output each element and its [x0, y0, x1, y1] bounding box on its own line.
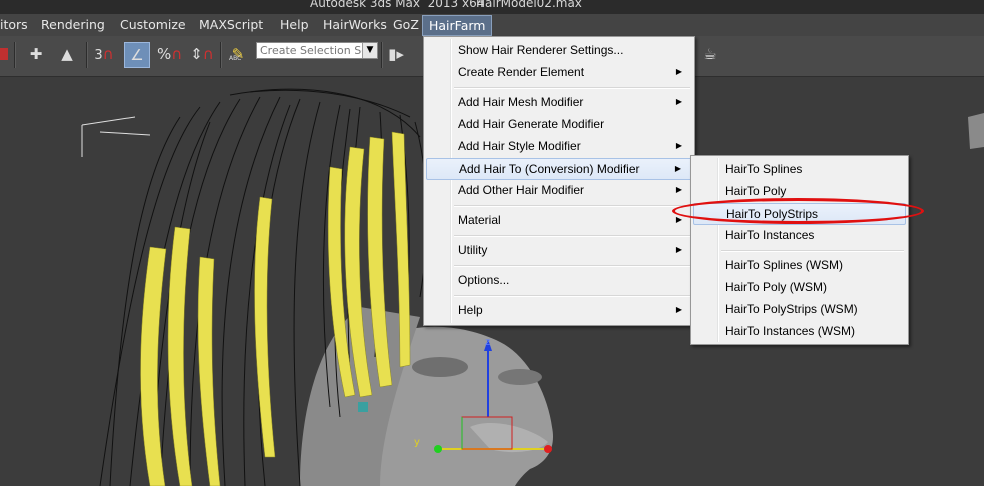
menu-separator	[454, 205, 690, 207]
menu-maxscript[interactable]: MAXScript	[199, 17, 263, 32]
red-tool-icon[interactable]	[0, 42, 14, 66]
selection-set-text: Create Selection Se	[260, 44, 368, 57]
menu-item-utility[interactable]: Utility ▶	[426, 239, 692, 261]
menu-item-add-other-hair-modifier[interactable]: Add Other Hair Modifier ▶	[426, 179, 692, 201]
menu-item-create-render-element[interactable]: Create Render Element ▶	[426, 61, 692, 83]
menu-item-material[interactable]: Material ▶	[426, 209, 692, 231]
menu-item-add-hair-style-modifier[interactable]: Add Hair Style Modifier ▶	[426, 135, 692, 157]
menu-separator	[721, 250, 904, 252]
menu-hairworks[interactable]: HairWorks	[323, 17, 387, 32]
submenu-arrow-icon: ▶	[675, 305, 682, 314]
move-icon[interactable]: ✚	[24, 42, 48, 66]
svg-text:z: z	[485, 337, 490, 348]
toolbar-separator	[86, 42, 88, 68]
menu-item-hairto-poly-wsm[interactable]: HairTo Poly (WSM)	[693, 276, 906, 298]
menu-item-hairto-instances-wsm[interactable]: HairTo Instances (WSM)	[693, 320, 906, 342]
menu-item-options[interactable]: Options...	[426, 269, 692, 291]
menu-item-hairto-splines-wsm[interactable]: HairTo Splines (WSM)	[693, 254, 906, 276]
toolbar-separator	[381, 42, 383, 68]
mirror-icon[interactable]: ▮▸	[384, 42, 408, 66]
menu-rendering[interactable]: Rendering	[41, 17, 105, 32]
menu-item-add-hair-mesh-modifier[interactable]: Add Hair Mesh Modifier ▶	[426, 91, 692, 113]
menu-bar: itors Rendering Customize MAXScript Help…	[0, 14, 984, 36]
spinner-snap-icon[interactable]: ⇕∩	[190, 42, 214, 66]
title-bar: Autodesk 3ds Max 2013 x64 HairModel02.ma…	[0, 0, 984, 14]
menu-customize[interactable]: Customize	[120, 17, 186, 32]
menu-separator	[454, 265, 690, 267]
selection-set-dropdown[interactable]: Create Selection Se ▼	[256, 42, 378, 59]
chevron-down-icon: ▼	[362, 43, 377, 58]
menu-item-add-hair-to-conversion-modifier[interactable]: Add Hair To (Conversion) Modifier ▶	[426, 158, 692, 180]
hairfarm-menu: Show Hair Renderer Settings... Create Re…	[423, 36, 695, 326]
submenu-arrow-icon: ▶	[674, 164, 681, 173]
menu-item-show-hair-renderer-settings[interactable]: Show Hair Renderer Settings...	[426, 39, 692, 61]
toolbar-separator	[14, 42, 16, 68]
percent-snap-icon[interactable]: %∩	[157, 42, 182, 66]
menu-separator	[454, 235, 690, 237]
snap-toggle-icon[interactable]: 3∩	[92, 42, 116, 66]
menu-help[interactable]: Help	[280, 17, 309, 32]
submenu-arrow-icon: ▶	[675, 67, 682, 76]
menu-goz[interactable]: GoZ	[393, 17, 419, 32]
menu-item-hairto-polystrips-wsm[interactable]: HairTo PolyStrips (WSM)	[693, 298, 906, 320]
submenu-arrow-icon: ▶	[675, 141, 682, 150]
submenu-arrow-icon: ▶	[675, 97, 682, 106]
menu-hairfarm[interactable]: HairFarm	[422, 15, 493, 36]
menu-editors[interactable]: itors	[0, 17, 28, 32]
menu-item-help[interactable]: Help ▶	[426, 299, 692, 321]
placement-icon[interactable]: ▲	[55, 42, 79, 66]
app-title: Autodesk 3ds Max 2013 x64	[310, 0, 485, 10]
menu-item-hairto-instances[interactable]: HairTo Instances	[693, 224, 906, 246]
menu-item-add-hair-generate-modifier[interactable]: Add Hair Generate Modifier	[426, 113, 692, 135]
menu-separator	[454, 295, 690, 297]
toolbar-separator	[220, 42, 222, 68]
conversion-submenu: HairTo Splines HairTo Poly HairTo PolySt…	[690, 155, 909, 345]
file-name: HairModel02.max	[476, 0, 582, 10]
submenu-arrow-icon: ▶	[675, 245, 682, 254]
menu-item-hairto-splines[interactable]: HairTo Splines	[693, 158, 906, 180]
edit-named-selection-icon[interactable]: ✎ ABC	[226, 42, 250, 66]
submenu-arrow-icon: ▶	[675, 185, 682, 194]
angle-snap-icon[interactable]: ∠	[124, 42, 150, 68]
svg-text:y: y	[414, 437, 420, 448]
menu-separator	[454, 87, 690, 89]
teapot-render-icon[interactable]: ☕	[698, 42, 722, 66]
highlight-callout-ellipse	[672, 198, 924, 224]
